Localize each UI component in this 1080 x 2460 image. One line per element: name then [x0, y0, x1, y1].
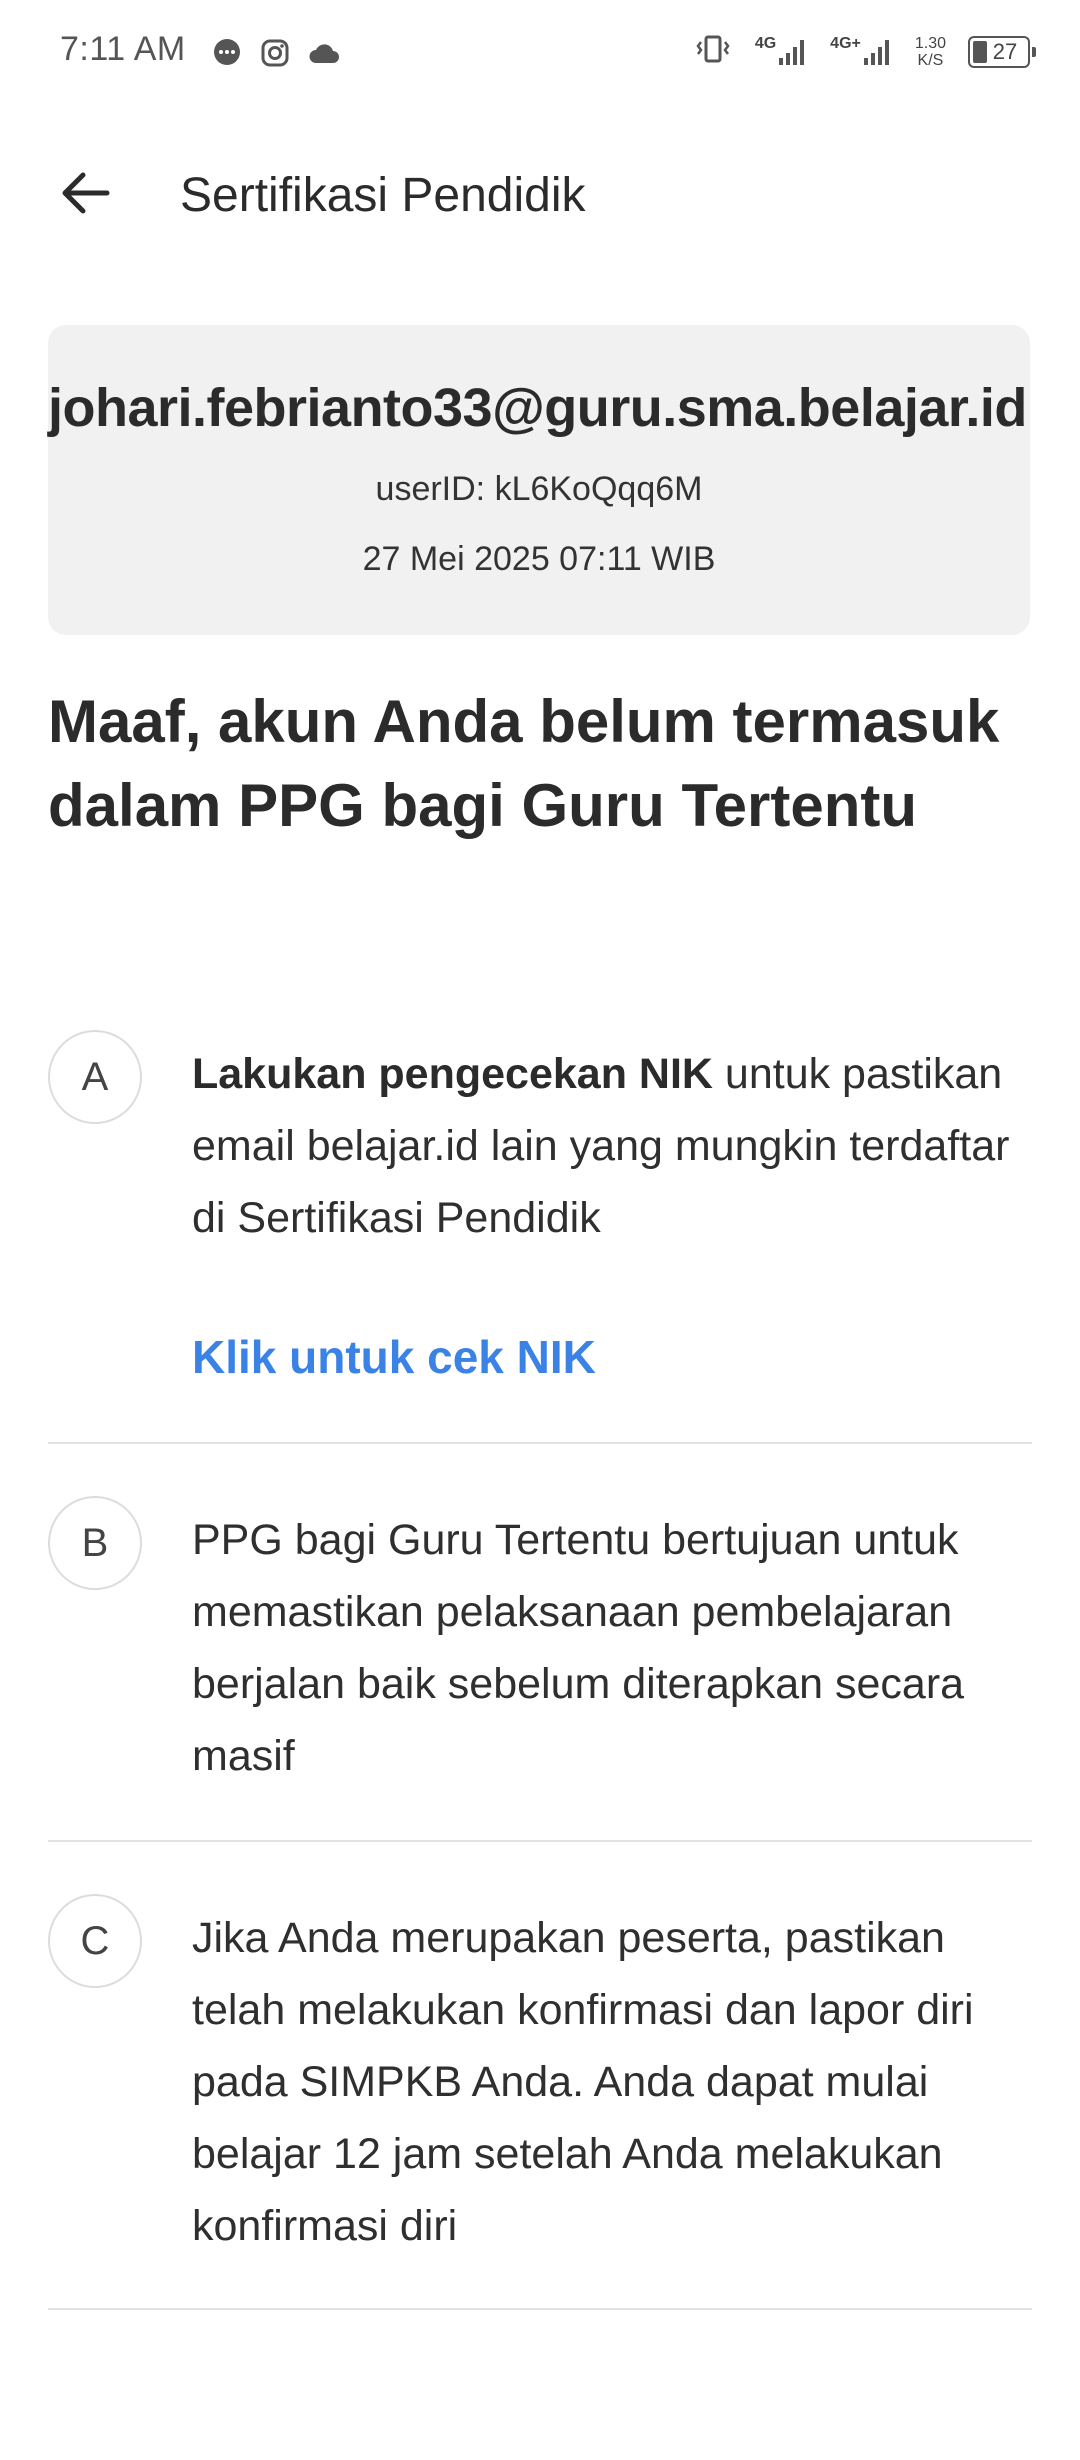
signal-sim1: 4G [754, 34, 808, 66]
network-type-1: 4G [754, 34, 777, 52]
divider [48, 1442, 1032, 1444]
chat-bubble-icon [212, 38, 242, 73]
step-c: C Jika Anda merupakan peserta, pastikan … [48, 1894, 1032, 2314]
network-type-2: 4G+ [830, 34, 861, 52]
speed-value: 1.30 [914, 34, 946, 52]
instagram-icon [260, 38, 290, 73]
step-a-text: Lakukan pengecekan NIK untuk pastikan em… [192, 1038, 1032, 1254]
check-nik-link[interactable]: Klik untuk cek NIK [192, 1330, 596, 1384]
step-a-bold-text: Lakukan pengecekan NIK [192, 1050, 713, 1098]
status-time: 7:11 AM [60, 30, 186, 68]
result-heading: Maaf, akun Anda belum termasuk dalam PPG… [48, 688, 1000, 839]
step-letter-a: A [48, 1030, 142, 1124]
account-email: johari.febrianto33@guru.sma.belajar.id [48, 378, 1027, 438]
arrow-left-icon [62, 172, 110, 214]
signal-bars-icon [863, 39, 889, 65]
step-letter-c: C [48, 1894, 142, 1988]
system-icons: 4G 4G+ 1.30 K/S 27 [693, 34, 1036, 69]
step-letter-b: B [48, 1496, 142, 1590]
step-c-text: Jika Anda merupakan peserta, pastikan te… [192, 1914, 974, 2250]
battery-icon: 27 [968, 35, 1036, 68]
step-a: A Lakukan pengecekan NIK untuk pastikan … [48, 1030, 1032, 1410]
account-card: johari.febrianto33@guru.sma.belajar.id u… [48, 325, 1030, 635]
step-b: B PPG bagi Guru Tertentu bertujuan untuk… [48, 1496, 1032, 1796]
divider [48, 2308, 1032, 2310]
account-user-id: userID: kL6KoQqq6M [375, 470, 703, 508]
back-button[interactable] [50, 158, 120, 228]
step-b-text: PPG bagi Guru Tertentu bertujuan untuk m… [192, 1516, 965, 1780]
cloud-icon [308, 41, 340, 70]
vibrate-icon [693, 34, 733, 69]
battery-level: 27 [992, 38, 1018, 64]
signal-bars-icon [779, 39, 805, 65]
notification-icons [212, 38, 340, 73]
speed-unit: K/S [917, 51, 944, 69]
network-speed: 1.30 K/S [915, 35, 946, 69]
divider [48, 1840, 1032, 1842]
account-timestamp: 27 Mei 2025 07:11 WIB [362, 540, 716, 578]
app-bar: Sertifikasi Pendidik [0, 140, 1080, 250]
status-bar: 7:11 AM 4G 4G+ 1.30 K/S 27 [0, 0, 1080, 110]
page-title: Sertifikasi Pendidik [180, 169, 586, 222]
signal-sim2: 4G+ [830, 34, 893, 66]
